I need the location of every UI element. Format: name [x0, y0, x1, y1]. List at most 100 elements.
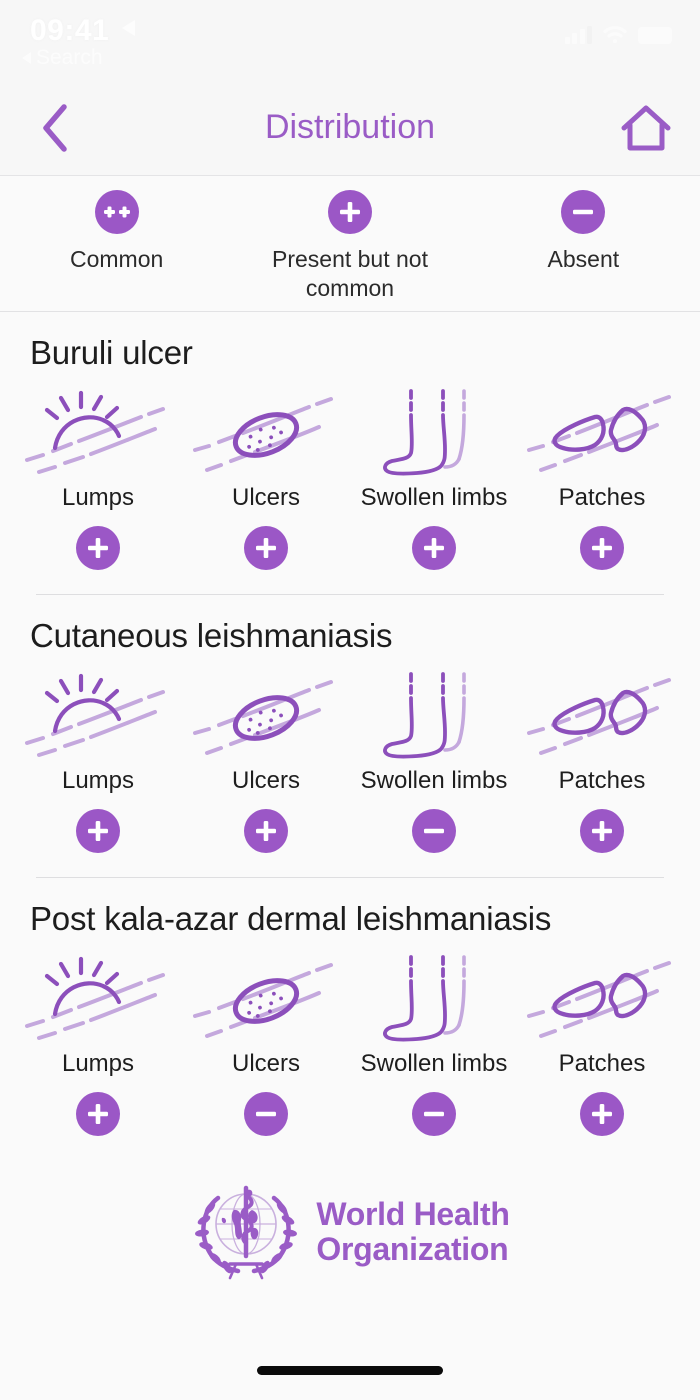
legend-bar: Common Present but not common Absent: [0, 176, 700, 312]
symptom-patches[interactable]: Patches: [518, 386, 686, 570]
swollen-limbs-icon: [350, 669, 518, 761]
symptom-label: Ulcers: [231, 767, 300, 794]
status-bar-time: 09:41: [30, 14, 110, 47]
swollen-limbs-icon: [350, 386, 518, 478]
symptom-label: Lumps: [61, 1050, 135, 1077]
page-title: Distribution: [264, 108, 436, 146]
symptom-ulcers[interactable]: Ulcers: [182, 669, 350, 853]
symptom-label: Swollen limbs: [360, 484, 508, 511]
lumps-icon: [14, 386, 182, 478]
symptom-swollen-limbs[interactable]: Swollen limbs: [350, 669, 518, 853]
home-button[interactable]: [616, 99, 676, 157]
status-bar-indicators: [564, 26, 672, 44]
ulcers-icon: [182, 952, 350, 1044]
who-emblem-icon: [195, 1185, 298, 1280]
symptom-status-badge[interactable]: [412, 809, 456, 853]
symptom-patches[interactable]: Patches: [518, 952, 686, 1136]
disease-list[interactable]: Buruli ulcer Lumps Ulcers Swollen limbs …: [0, 312, 700, 1340]
status-bar: 09:41 Search: [0, 0, 700, 80]
symptom-label: Lumps: [61, 767, 135, 794]
wifi-icon: [603, 26, 627, 44]
swollen-limbs-icon: [350, 952, 518, 1044]
minus-badge-icon: [561, 190, 606, 234]
disease-title: Cutaneous leishmaniasis: [30, 617, 393, 654]
home-indicator-area: [0, 1340, 700, 1400]
symptom-status-badge[interactable]: [412, 1092, 456, 1136]
cellular-signal-icon: [564, 26, 592, 44]
plus-badge-icon: [327, 190, 372, 234]
back-to-app-button[interactable]: Search: [22, 46, 103, 70]
symptom-status-badge[interactable]: [244, 1092, 288, 1136]
symptom-status-badge[interactable]: [580, 1092, 624, 1136]
patches-icon: [518, 669, 686, 761]
plus-badge-icon: [580, 809, 624, 853]
plus-badge-icon: [580, 1092, 624, 1136]
symptom-label: Lumps: [61, 484, 135, 511]
symptom-status-badge[interactable]: [580, 809, 624, 853]
legend-label-absent: Absent: [547, 246, 620, 272]
symptom-status-badge[interactable]: [580, 526, 624, 570]
symptom-label: Ulcers: [231, 1050, 300, 1077]
home-icon: [621, 105, 671, 150]
plus-badge-icon: [244, 809, 288, 853]
legend-label-common: Common: [70, 246, 164, 272]
disease-section: Post kala-azar dermal leishmaniasis Lump…: [0, 878, 700, 1146]
symptom-lumps[interactable]: Lumps: [14, 669, 182, 853]
symptom-status-badge[interactable]: [244, 809, 288, 853]
who-logo-line2: Organization: [316, 1231, 509, 1267]
who-logo: World Health Organization: [0, 1146, 700, 1284]
plus-badge-icon: [244, 526, 288, 570]
symptom-swollen-limbs[interactable]: Swollen limbs: [350, 386, 518, 570]
back-button[interactable]: [26, 99, 84, 157]
symptom-swollen-limbs[interactable]: Swollen limbs: [350, 952, 518, 1136]
patches-icon: [518, 386, 686, 478]
legend-item-present-not-common: Present but not common: [233, 190, 466, 304]
double-plus-badge-icon: [94, 190, 139, 234]
symptom-label: Patches: [558, 767, 646, 794]
navigation-bar: Distribution: [0, 80, 700, 176]
symptom-label: Swollen limbs: [360, 767, 508, 794]
symptom-ulcers[interactable]: Ulcers: [182, 386, 350, 570]
back-to-app-label: Search: [36, 46, 103, 69]
symptom-status-badge[interactable]: [76, 809, 120, 853]
symptom-label: Ulcers: [231, 484, 300, 511]
minus-badge-icon: [244, 1092, 288, 1136]
symptom-ulcers[interactable]: Ulcers: [182, 952, 350, 1136]
legend-item-absent: Absent: [467, 190, 700, 274]
plus-badge-icon: [412, 526, 456, 570]
chevron-left-icon: [43, 103, 67, 152]
plus-badge-icon: [76, 526, 120, 570]
who-logo-text: World Health Organization: [316, 1197, 509, 1266]
plus-badge-icon: [580, 526, 624, 570]
symptom-label: Patches: [558, 1050, 646, 1077]
ulcers-icon: [182, 386, 350, 478]
legend-item-common: Common: [0, 190, 233, 274]
symptom-status-badge[interactable]: [244, 526, 288, 570]
lumps-icon: [14, 952, 182, 1044]
symptom-status-badge[interactable]: [76, 526, 120, 570]
symptom-status-badge[interactable]: [76, 1092, 120, 1136]
who-logo-line1: World Health: [316, 1196, 510, 1233]
minus-badge-icon: [412, 809, 456, 853]
symptom-row: Lumps Ulcers Swollen limbs Patches: [0, 372, 700, 580]
plus-badge-icon: [76, 1092, 120, 1136]
symptom-status-badge[interactable]: [412, 526, 456, 570]
app-screen: 09:41 Search Distribution Common Present…: [0, 0, 700, 1400]
back-triangle-icon: [22, 52, 31, 64]
legend-label-present-not-common: Present but not common: [271, 246, 428, 302]
symptom-row: Lumps Ulcers Swollen limbs Patches: [0, 938, 700, 1146]
symptom-lumps[interactable]: Lumps: [14, 952, 182, 1136]
symptom-label: Swollen limbs: [360, 1050, 508, 1077]
disease-section: Cutaneous leishmaniasis Lumps Ulcers Swo…: [0, 595, 700, 878]
minus-badge-icon: [412, 1092, 456, 1136]
patches-icon: [518, 952, 686, 1044]
plus-badge-icon: [76, 809, 120, 853]
symptom-patches[interactable]: Patches: [518, 669, 686, 853]
disease-title: Post kala-azar dermal leishmaniasis: [30, 900, 552, 937]
battery-icon: [638, 27, 672, 44]
symptom-lumps[interactable]: Lumps: [14, 386, 182, 570]
symptom-row: Lumps Ulcers Swollen limbs Patches: [0, 655, 700, 863]
home-indicator[interactable]: [257, 1365, 443, 1375]
location-arrow-icon: [122, 20, 135, 36]
ulcers-icon: [182, 669, 350, 761]
